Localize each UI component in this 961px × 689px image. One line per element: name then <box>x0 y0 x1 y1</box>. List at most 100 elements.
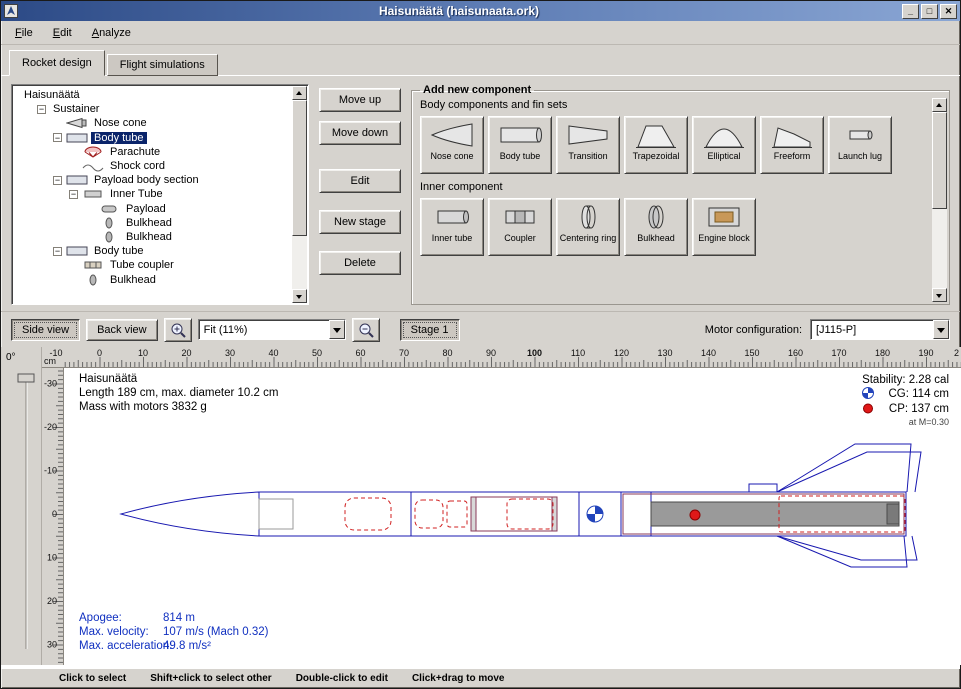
coupler-icon <box>498 202 542 232</box>
collapse-toggle-icon[interactable] <box>69 190 78 199</box>
tree-item-shock-cord[interactable]: Shock cord <box>15 159 290 173</box>
move-up-button[interactable]: Move up <box>319 88 401 112</box>
v-ruler-label: -20 <box>44 422 57 432</box>
app-window: Haisunäätä (haisunaata.ork) _ □ ✕ File E… <box>0 0 961 689</box>
menu-file[interactable]: File <box>7 24 41 42</box>
tree-item-payload[interactable]: Payload <box>15 202 290 216</box>
rocket-length: Length 189 cm, max. diameter 10.2 cm <box>79 387 278 399</box>
inner-components-row: Inner tube Coupler Centering ring Bulkhe… <box>420 198 929 256</box>
rocket-side-view[interactable]: 0° cm -10 0 10 20 30 40 50 60 70 80 90 1… <box>1 347 961 665</box>
add-coupler-button[interactable]: Coupler <box>488 198 552 256</box>
apogee-label: Apogee: <box>79 612 122 624</box>
stage-1-toggle[interactable]: Stage 1 <box>400 319 460 341</box>
scroll-up-icon[interactable] <box>292 86 307 100</box>
add-transition-button[interactable]: Transition <box>556 116 620 174</box>
collapse-toggle-icon[interactable] <box>53 176 62 185</box>
add-body-tube-button[interactable]: Body tube <box>488 116 552 174</box>
elliptical-fin-icon <box>702 120 746 150</box>
chevron-down-icon[interactable] <box>329 320 345 339</box>
h-ruler-label: 100 <box>527 348 542 358</box>
tab-rocket-design[interactable]: Rocket design <box>9 50 105 76</box>
launch-lug-shape[interactable] <box>749 484 777 492</box>
minimize-button[interactable]: _ <box>902 4 919 19</box>
v-ruler-label: -10 <box>44 466 57 476</box>
collapse-toggle-icon[interactable] <box>53 247 62 256</box>
tree-item-payload-body-section[interactable]: Payload body section <box>15 173 290 187</box>
tree-scrollbar[interactable] <box>292 86 307 303</box>
zoom-in-button[interactable] <box>164 318 192 342</box>
tab-flight-simulations[interactable]: Flight simulations <box>107 54 218 76</box>
add-freeform-fin-button[interactable]: Freeform <box>760 116 824 174</box>
freeform-fin-icon <box>770 120 814 150</box>
scroll-up-icon[interactable] <box>932 98 947 112</box>
body-tube-icon <box>498 120 542 150</box>
motor-shape[interactable] <box>651 502 899 526</box>
tree-item-parachute[interactable]: Parachute <box>15 145 290 159</box>
tree-item-body-tube[interactable]: Body tube <box>15 131 290 145</box>
zoom-out-icon <box>357 321 375 339</box>
tree-item-sustainer[interactable]: Sustainer <box>15 102 290 116</box>
statusbar: Click to select Shift+click to select ot… <box>1 668 960 688</box>
tree-item-inner-tube[interactable]: Inner Tube <box>15 187 290 201</box>
hint-click-drag: Click+drag to move <box>412 673 505 684</box>
menu-edit[interactable]: Edit <box>45 24 80 42</box>
add-bulkhead-button[interactable]: Bulkhead <box>624 198 688 256</box>
tree-item-bulkhead[interactable]: Bulkhead <box>15 230 290 244</box>
collapse-toggle-icon[interactable] <box>53 133 62 142</box>
parachute-icon <box>82 146 104 158</box>
apogee-value: 814 m <box>163 612 195 624</box>
scrollbar-thumb[interactable] <box>292 100 307 236</box>
menubar: File Edit Analyze <box>1 21 960 45</box>
move-down-button[interactable]: Move down <box>319 121 401 145</box>
collapse-toggle-icon[interactable] <box>37 105 46 114</box>
h-ruler-label: 40 <box>268 348 278 358</box>
h-ruler-label: 110 <box>571 348 585 358</box>
tree-item-body-tube-2[interactable]: Body tube <box>15 244 290 258</box>
add-nose-cone-button[interactable]: Nose cone <box>420 116 484 174</box>
add-centering-ring-button[interactable]: Centering ring <box>556 198 620 256</box>
trapezoidal-fin-icon <box>634 120 678 150</box>
tree-item-bulkhead-3[interactable]: Bulkhead <box>15 272 290 286</box>
scroll-down-icon[interactable] <box>292 289 307 303</box>
add-inner-tube-button[interactable]: Inner tube <box>420 198 484 256</box>
h-ruler-label: 80 <box>442 348 452 358</box>
edit-button[interactable]: Edit <box>319 169 401 193</box>
menu-analyze[interactable]: Analyze <box>84 24 139 42</box>
app-icon <box>4 4 18 18</box>
rotation-value: 0° <box>6 352 16 363</box>
close-button[interactable]: ✕ <box>940 4 957 19</box>
zoom-out-button[interactable] <box>352 318 380 342</box>
rocket-name: Haisunäätä <box>79 373 138 385</box>
delete-button[interactable]: Delete <box>319 251 401 275</box>
mach-note: at M=0.30 <box>909 417 949 427</box>
slider-thumb[interactable] <box>18 374 34 382</box>
tree-item-rocket[interactable]: Haisunäätä <box>15 88 290 102</box>
add-engine-block-button[interactable]: Engine block <box>692 198 756 256</box>
titlebar[interactable]: Haisunäätä (haisunaata.ork) _ □ ✕ <box>1 1 960 21</box>
h-ruler-label: 190 <box>918 348 933 358</box>
add-trapezoidal-fin-button[interactable]: Trapezoidal <box>624 116 688 174</box>
add-launch-lug-button[interactable]: Launch lug <box>828 116 892 174</box>
scroll-down-icon[interactable] <box>932 288 947 302</box>
h-ruler-label: 30 <box>225 348 235 358</box>
side-view-button[interactable]: Side view <box>11 319 80 341</box>
motor-configuration-select[interactable]: [J115-P] <box>810 319 950 340</box>
palette-scrollbar[interactable] <box>932 98 947 302</box>
chevron-down-icon[interactable] <box>933 320 949 339</box>
v-ruler-label: 30 <box>47 640 57 650</box>
back-view-button[interactable]: Back view <box>86 319 158 341</box>
bulkhead-icon <box>98 231 120 243</box>
hint-double-click: Double-click to edit <box>296 673 388 684</box>
scrollbar-thumb[interactable] <box>932 112 947 209</box>
add-elliptical-fin-button[interactable]: Elliptical <box>692 116 756 174</box>
tree-item-tube-coupler[interactable]: Tube coupler <box>15 258 290 272</box>
h-ruler-label: 150 <box>744 348 759 358</box>
maximize-button[interactable]: □ <box>921 4 938 19</box>
tree-item-bulkhead[interactable]: Bulkhead <box>15 216 290 230</box>
h-ruler-label: 160 <box>788 348 803 358</box>
transition-icon <box>566 120 610 150</box>
new-stage-button[interactable]: New stage <box>319 210 401 234</box>
h-ruler-label: -10 <box>49 348 62 358</box>
zoom-select[interactable]: Fit (11%) <box>198 319 346 340</box>
tree-item-nose-cone[interactable]: Nose cone <box>15 116 290 130</box>
